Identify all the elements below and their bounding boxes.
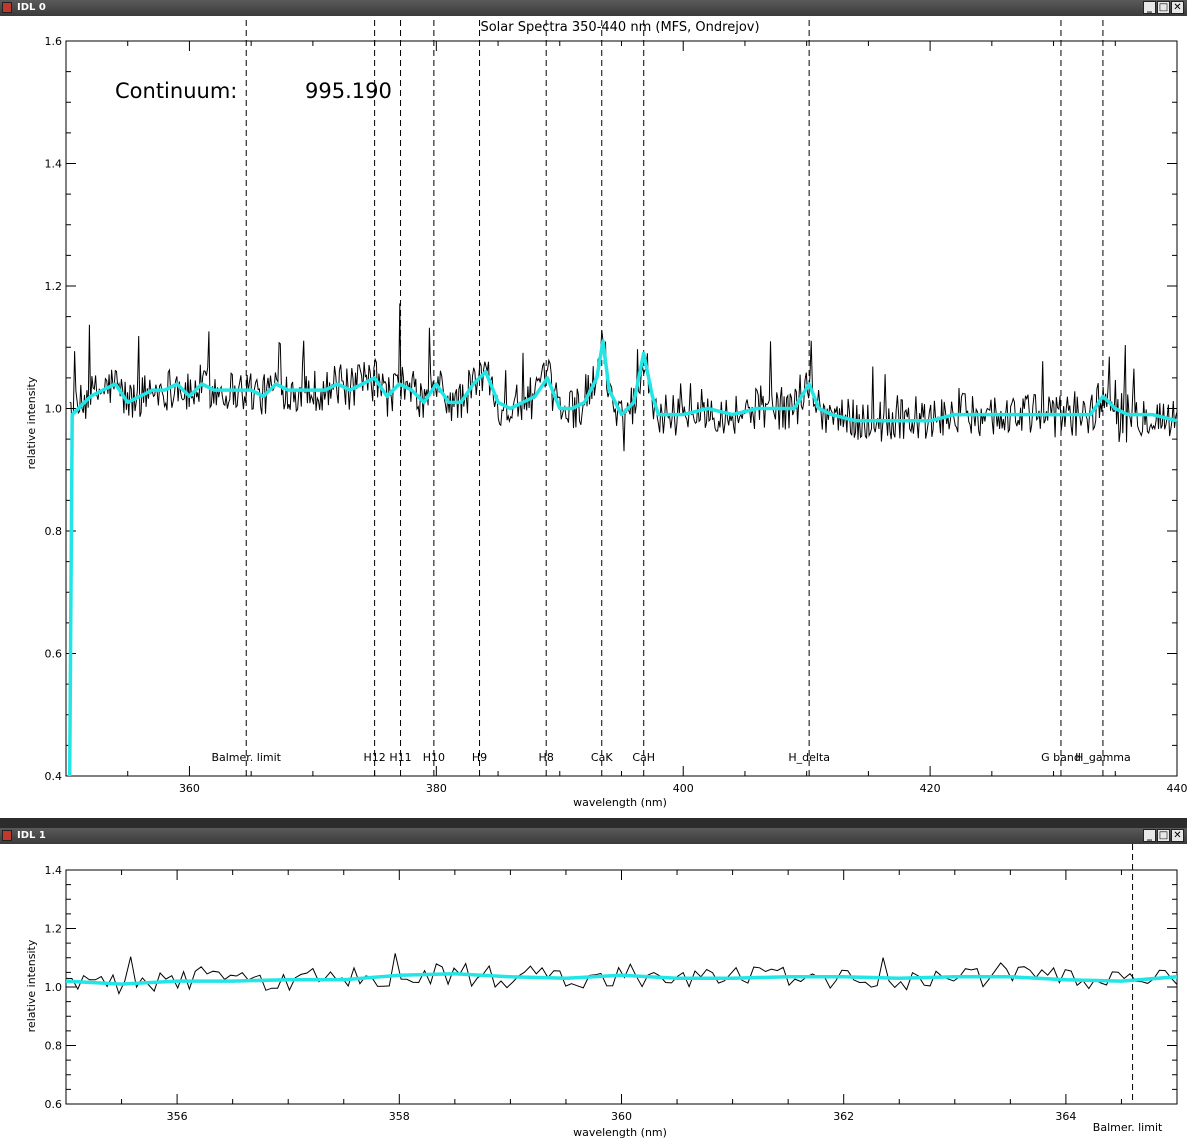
x-tick-label: 380 <box>426 782 447 795</box>
maximize-button[interactable]: □ <box>1157 829 1170 842</box>
window-title: IDL 1 <box>17 830 46 841</box>
spectrum-chart-main: Solar Spectra 350-440 nm (MFS, Ondrejov)… <box>25 20 1187 809</box>
x-axis-label: wavelength (nm) <box>573 796 667 809</box>
y-tick-label: 1.2 <box>45 923 63 936</box>
plot-frame <box>65 869 1178 1105</box>
close-button[interactable]: ✕ <box>1171 829 1184 842</box>
marker-label: H8 <box>539 751 554 764</box>
idl-app-icon <box>2 830 12 841</box>
window-title-bar[interactable]: IDL 0 _ □ ✕ <box>0 0 1187 16</box>
x-tick-label: 400 <box>673 782 694 795</box>
x-tick-label: 360 <box>179 782 200 795</box>
y-axis-label: relative intensity <box>25 376 38 469</box>
chart-title: Solar Spectra 350-440 nm (MFS, Ondrejov) <box>480 20 759 35</box>
continuum-value: 995.190 <box>305 79 392 103</box>
minimize-button[interactable]: _ <box>1143 1 1156 14</box>
marker-label: H_gamma <box>1075 751 1131 764</box>
y-tick-label: 0.6 <box>45 648 63 661</box>
x-tick-label: 356 <box>167 1110 188 1123</box>
y-tick-label: 0.6 <box>45 1098 63 1111</box>
idl-app-icon <box>2 2 12 13</box>
marker-label: H12 <box>363 751 385 764</box>
x-tick-label: 440 <box>1167 782 1187 795</box>
marker-label: CaH <box>632 751 655 764</box>
minimize-button[interactable]: _ <box>1143 829 1156 842</box>
y-tick-label: 1.2 <box>45 280 63 293</box>
marker-label: Balmer. limit <box>1093 1121 1163 1134</box>
x-axis-label: wavelength (nm) <box>573 1126 667 1139</box>
y-tick-label: 0.4 <box>45 770 63 783</box>
y-axis-label: relative intensity <box>25 939 38 1032</box>
x-tick-label: 364 <box>1055 1110 1076 1123</box>
marker-label: H11 <box>389 751 411 764</box>
idl-window-0: IDL 0 _ □ ✕ Solar Spectra 350-440 nm (MF… <box>0 0 1187 818</box>
marker-label: H10 <box>423 751 445 764</box>
x-tick-label: 420 <box>920 782 941 795</box>
marker-label: Balmer. limit <box>211 751 281 764</box>
continuum-label: Continuum: <box>115 79 237 103</box>
window-separator <box>0 818 1187 828</box>
x-tick-label: 358 <box>389 1110 410 1123</box>
y-tick-label: 1.4 <box>45 864 63 877</box>
marker-label: H_delta <box>788 751 830 764</box>
marker-label: CaK <box>591 751 613 764</box>
noisy-spectrum-line <box>69 303 1178 452</box>
close-button[interactable]: ✕ <box>1171 1 1184 14</box>
y-tick-label: 1.6 <box>45 35 63 48</box>
maximize-button[interactable]: □ <box>1157 1 1170 14</box>
marker-label: H9 <box>472 751 487 764</box>
window-title-bar[interactable]: IDL 1 _ □ ✕ <box>0 828 1187 844</box>
y-tick-label: 1.0 <box>45 403 63 416</box>
y-tick-label: 1.4 <box>45 158 63 171</box>
noisy-spectrum-line <box>65 953 1178 995</box>
y-tick-label: 0.8 <box>45 1040 63 1053</box>
x-tick-label: 362 <box>833 1110 854 1123</box>
idl-window-1: IDL 1 _ □ ✕ wavelength (nm) relative int… <box>0 828 1187 1139</box>
y-tick-label: 1.0 <box>45 981 63 994</box>
window-title: IDL 0 <box>17 2 46 13</box>
y-tick-label: 0.8 <box>45 525 63 538</box>
x-tick-label: 360 <box>611 1110 632 1123</box>
spectrum-chart-zoom: wavelength (nm) relative intensity 356 35… <box>25 844 1178 1139</box>
